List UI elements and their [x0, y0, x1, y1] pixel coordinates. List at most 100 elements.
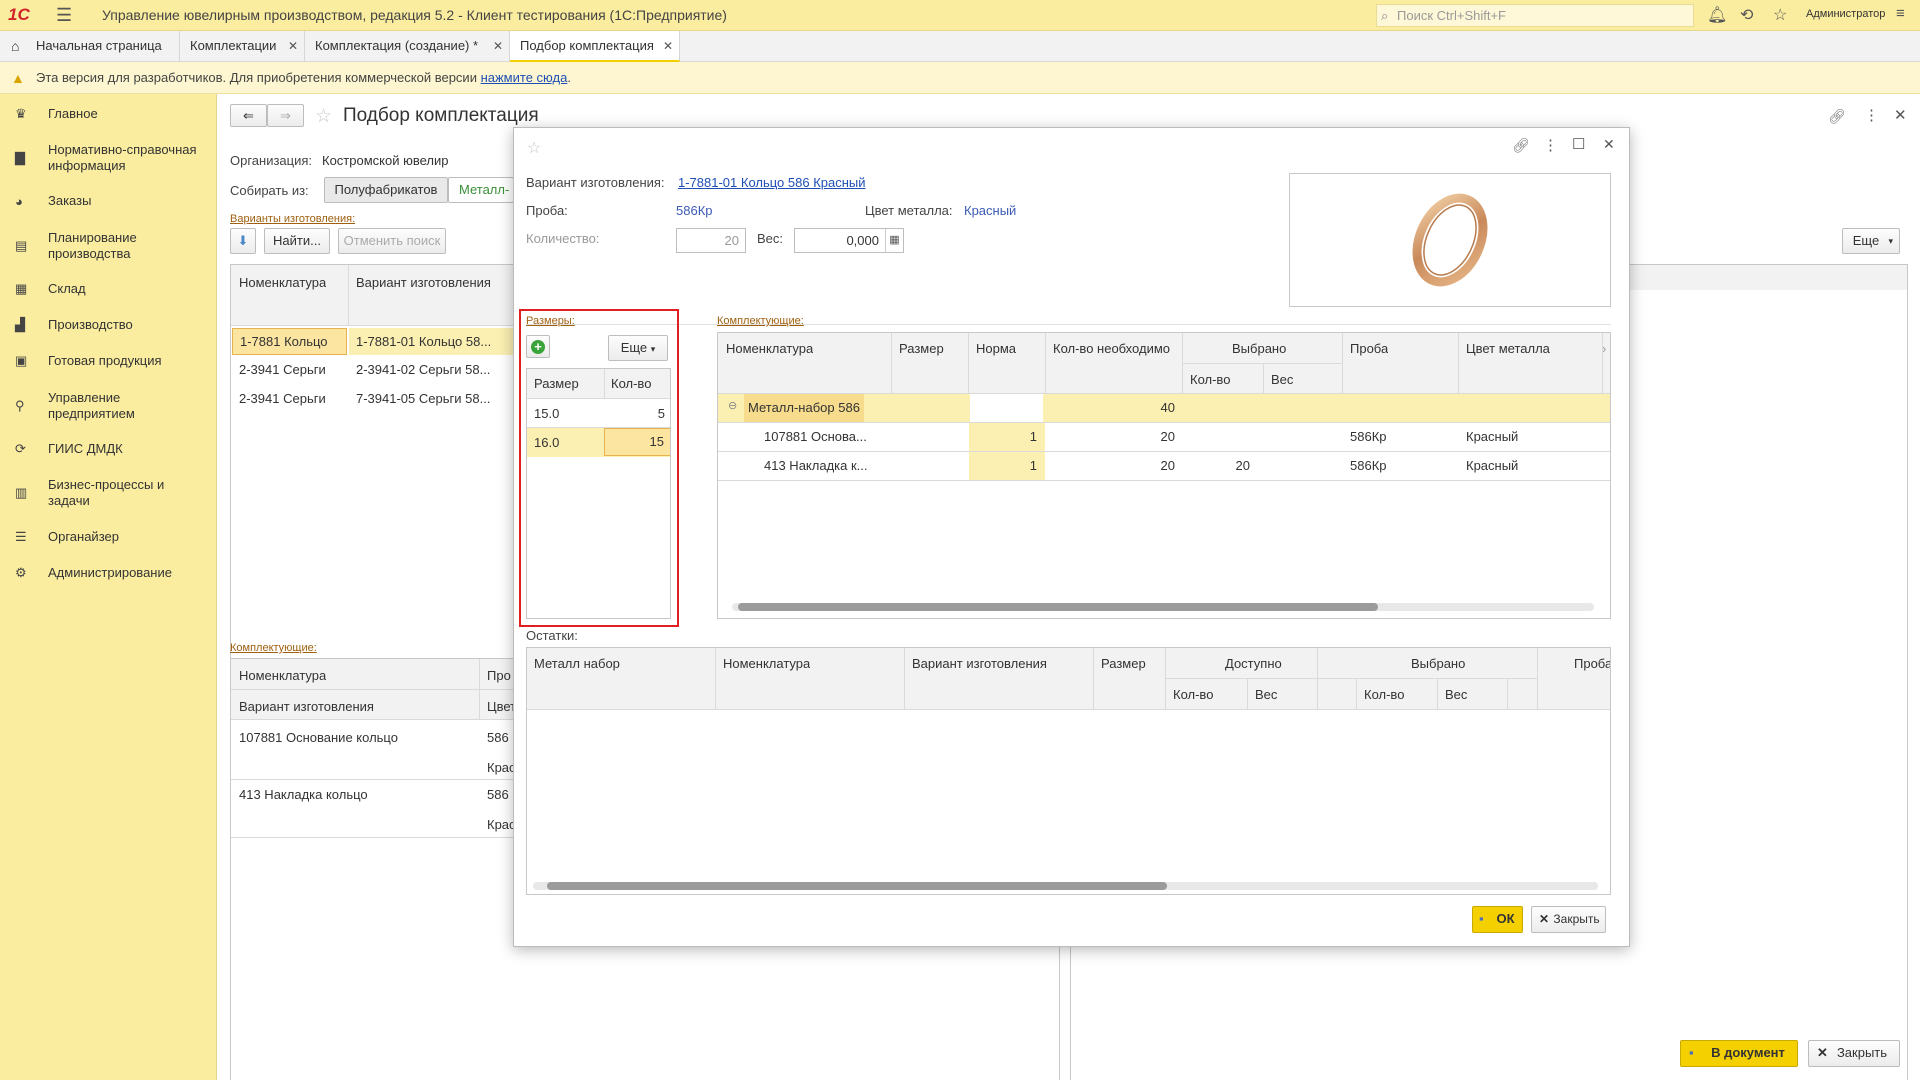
sidebar-item-management[interactable]: ⚲ Управление предприятием	[0, 389, 217, 423]
qty-field[interactable]: 20	[676, 228, 746, 253]
norm-cell[interactable]: 1	[969, 452, 1045, 480]
add-size-button[interactable]: +	[526, 335, 550, 358]
table-cell[interactable]: 2-3941-02 Серьги 58...	[356, 362, 490, 377]
column-header[interactable]: Цвет металла	[1466, 341, 1550, 356]
history-icon[interactable]: ⟲	[1740, 5, 1753, 25]
table-cell[interactable]: 7-3941-05 Серьги 58...	[356, 391, 490, 406]
close-tab-icon[interactable]: ✕	[288, 31, 298, 61]
column-header[interactable]: Номенклатура	[723, 656, 810, 671]
column-header[interactable]: Вес	[1445, 687, 1467, 702]
table-row[interactable]: 15.0 5	[527, 399, 670, 427]
sidebar-item-admin[interactable]: ⚙ Администрирование	[0, 564, 217, 582]
maximize-icon[interactable]: ☐	[1572, 135, 1585, 153]
variants-caption[interactable]: Варианты изготовления:	[230, 213, 355, 225]
column-header[interactable]: Кол-во	[1364, 687, 1404, 702]
scrollbar-thumb[interactable]	[547, 882, 1167, 890]
column-header[interactable]: Вес	[1271, 372, 1293, 387]
modal-components-caption[interactable]: Комплектующие:	[717, 315, 804, 327]
table-row[interactable]: 2-3941 Серьги 2-3941-02 Серьги 58...	[231, 356, 529, 385]
ok-button[interactable]: ▪ ОК	[1472, 906, 1523, 933]
color-cell[interactable]: Красный	[1466, 429, 1518, 444]
column-header[interactable]: Вес	[1255, 687, 1277, 702]
column-header[interactable]: Кол-во	[611, 376, 651, 391]
table-cell[interactable]: 2-3941 Серьги	[239, 391, 326, 406]
components-caption[interactable]: Комплектующие:	[230, 642, 317, 654]
user-name[interactable]: Администратор	[1806, 8, 1885, 20]
needed-cell[interactable]: 40	[1053, 400, 1175, 415]
proba-cell[interactable]: 586Кр	[1350, 429, 1387, 444]
sidebar-item-nsi[interactable]: ▇ Нормативно-справочная информация	[0, 141, 217, 175]
move-down-button[interactable]: ⬇	[230, 228, 256, 254]
norm-cell-empty[interactable]	[970, 394, 1043, 422]
forward-button[interactable]: ⇒	[267, 104, 304, 127]
column-header[interactable]: Выбрано	[1232, 341, 1286, 356]
table-cell[interactable]: 586	[487, 730, 509, 745]
main-menu-icon[interactable]: ☰	[56, 5, 76, 26]
close-tab-icon[interactable]: ✕	[663, 31, 673, 61]
column-header[interactable]: Вариант изготовления	[912, 656, 1047, 671]
table-row[interactable]: 16.0 15	[527, 428, 670, 457]
weight-field[interactable]: 0,000 ▦	[794, 228, 904, 253]
cancel-search-button[interactable]: Отменить поиск	[338, 228, 446, 254]
bell-icon[interactable]: 🔔︎	[1707, 5, 1727, 25]
column-header[interactable]: Цвет	[487, 699, 516, 714]
qty-cell[interactable]: 15	[604, 428, 670, 456]
column-header[interactable]: Металл набор	[534, 656, 620, 671]
favorite-star-icon[interactable]: ☆	[527, 138, 541, 158]
table-row[interactable]: 413 Накладка к... 1 20 20 586Кр Красный	[718, 452, 1610, 480]
column-header[interactable]: Кол-во необходимо	[1053, 341, 1170, 356]
collect-option-metal[interactable]: Металл-	[448, 177, 514, 203]
table-cell[interactable]: 2-3941 Серьги	[239, 362, 326, 377]
close-button[interactable]: ✕ Закрыть	[1808, 1040, 1900, 1067]
sidebar-item-business-processes[interactable]: ▥ Бизнес-процессы и задачи	[0, 476, 217, 510]
table-cell[interactable]: 586	[487, 787, 509, 802]
horizontal-scrollbar[interactable]	[732, 603, 1594, 611]
column-header[interactable]: Номенклатура	[239, 668, 326, 683]
tab-podbor[interactable]: Подбор комплектация ✕	[510, 31, 680, 62]
close-form-icon[interactable]: ✕	[1894, 106, 1907, 124]
find-button[interactable]: Найти...	[264, 228, 330, 254]
close-dialog-icon[interactable]: ✕	[1603, 136, 1615, 153]
column-header[interactable]: Размер	[1101, 656, 1146, 671]
table-cell[interactable]: 413 Накладка кольцо	[239, 787, 368, 802]
sidebar-item-planning[interactable]: ▤ Планирование производства	[0, 229, 217, 263]
color-cell[interactable]: Красный	[1466, 458, 1518, 473]
table-cell[interactable]: Крас	[487, 760, 516, 775]
table-cell[interactable]: 1-7881 Кольцо	[232, 328, 347, 355]
needed-cell[interactable]: 20	[1053, 429, 1175, 444]
column-header[interactable]: Вариант изготовления	[356, 275, 491, 290]
calculator-icon[interactable]: ▦	[885, 229, 903, 252]
back-button[interactable]: ⇐	[230, 104, 267, 127]
sel-qty-cell[interactable]: 20	[1190, 458, 1250, 473]
tab-home[interactable]: ⌂ Начальная страница	[0, 31, 180, 62]
window-menu-icon[interactable]: ≡	[1896, 5, 1905, 22]
table-row[interactable]: 1-7881 Кольцо 1-7881-01 Кольцо 58...	[231, 328, 529, 356]
collect-option-semi[interactable]: Полуфабрикатов	[324, 177, 448, 203]
size-cell[interactable]: 15.0	[534, 406, 559, 421]
global-search-input[interactable]: ⌕ Поиск Ctrl+Shift+F	[1376, 4, 1694, 27]
sidebar-item-giis[interactable]: ⟳ ГИИС ДМДК	[0, 440, 217, 458]
sidebar-item-orders[interactable]: ◕ Заказы	[0, 192, 217, 210]
scrollbar-thumb[interactable]	[738, 603, 1378, 611]
more-vertical-icon[interactable]: ⋮	[1543, 136, 1558, 154]
org-value[interactable]: Костромской ювелир	[322, 153, 448, 168]
nom-cell[interactable]: 413 Накладка к...	[764, 458, 868, 473]
column-header[interactable]: Выбрано	[1411, 656, 1465, 671]
more-vertical-icon[interactable]: ⋮	[1864, 106, 1879, 124]
sizes-more-button[interactable]: Еще ▾	[608, 335, 668, 361]
sidebar-item-main[interactable]: ♛ Главное	[0, 105, 217, 123]
sidebar-item-finished-goods[interactable]: ▣ Готовая продукция	[0, 352, 217, 370]
column-header[interactable]: Норма	[976, 341, 1016, 356]
variant-link[interactable]: 1-7881-01 Кольцо 586 Красный	[678, 175, 866, 190]
size-cell[interactable]: 16.0	[534, 435, 559, 450]
column-header[interactable]: Номенклатура	[726, 341, 813, 356]
buy-link[interactable]: нажмите сюда	[481, 70, 568, 85]
link-icon[interactable]: 🔗︎	[1828, 108, 1846, 125]
group-name[interactable]: Металл-набор 586	[744, 394, 864, 422]
horizontal-scrollbar[interactable]	[533, 882, 1598, 890]
column-header[interactable]: Размер	[899, 341, 944, 356]
needed-cell[interactable]: 20	[1053, 458, 1175, 473]
column-header[interactable]: Номенклатура	[239, 275, 326, 290]
column-header[interactable]: Кол-во	[1190, 372, 1230, 387]
column-header[interactable]: Доступно	[1225, 656, 1282, 671]
